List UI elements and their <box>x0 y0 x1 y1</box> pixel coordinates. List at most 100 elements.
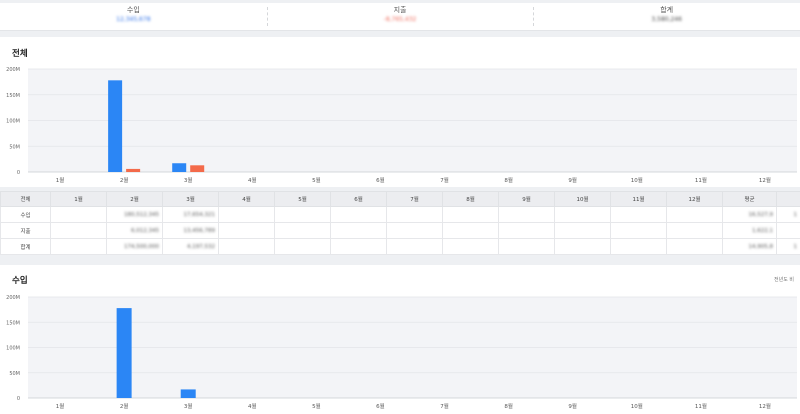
table-header: 전체 <box>0 191 51 207</box>
table-cell: 14,905,8 <box>722 238 777 255</box>
table-header <box>776 191 800 207</box>
table-cell <box>274 206 331 223</box>
x-tick-label: 10월 <box>631 176 643 184</box>
summary-expense-value: -8,765,432 <box>383 16 417 23</box>
income-panel-title: 수입 <box>12 276 28 286</box>
x-tick-label: 6월 <box>376 402 385 410</box>
monthly-table: 전체 1월 2월 3월 4월 5월 6월 7월 8월 9월 10월 11월 12… <box>0 191 800 255</box>
table-cell: 4,197,532 <box>162 238 219 255</box>
overall-bar-chart: 0 50M 100M 150M 200M 1월 2월 3월 4월 5월 6월 7월 8월 9월 10월 11월… <box>6 67 797 184</box>
summary-total-label: 합계 <box>660 6 674 14</box>
table-cell <box>330 222 387 239</box>
table-cell <box>666 222 723 239</box>
y-tick-label: 200M <box>6 295 20 301</box>
table-cell: 1 <box>776 206 800 223</box>
y-tick-label: 200M <box>6 67 20 73</box>
summary-total-value: 3,580,246 <box>651 16 682 23</box>
table-cell <box>330 238 387 255</box>
table-cell <box>386 238 443 255</box>
table-cell <box>554 222 611 239</box>
summary-income-value: 12,345,678 <box>116 16 151 23</box>
bar-income[interactable] <box>116 308 132 398</box>
bar-income[interactable] <box>108 80 123 172</box>
bar-expense[interactable] <box>126 168 141 172</box>
table-header: 11월 <box>610 191 667 207</box>
bar-income[interactable] <box>172 163 187 172</box>
bar-income[interactable] <box>180 389 196 398</box>
x-tick-label: 3월 <box>184 402 193 410</box>
table-row[interactable]: 수입 180,512,345 17,654,321 16,527,9 1 <box>0 206 800 223</box>
summary-income[interactable]: 수입 12,345,678 <box>0 3 267 30</box>
x-tick-label: 5월 <box>312 402 321 410</box>
table-cell <box>610 206 667 223</box>
y-tick-label: 100M <box>6 346 20 352</box>
table-header: 9월 <box>498 191 555 207</box>
table-cell: 180,512,345 <box>106 206 163 223</box>
table-cell: 16,527,9 <box>722 206 777 223</box>
table-header: 2월 <box>106 191 163 207</box>
x-tick-label: 1월 <box>56 402 65 410</box>
income-bar-chart: 0 50M 100M 150M 200M 1월 2월 3월 4월 5월 6월 7월 8월 9월 10월 11월… <box>6 295 797 410</box>
x-tick-label: 6월 <box>376 176 385 184</box>
table-row-label: 수입 <box>0 206 51 223</box>
x-tick-label: 7월 <box>440 402 449 410</box>
table-cell <box>666 238 723 255</box>
table-cell <box>554 238 611 255</box>
table-cell <box>610 222 667 239</box>
x-tick-label: 9월 <box>568 176 577 184</box>
table-cell <box>498 238 555 255</box>
summary-expense-label: 지출 <box>393 6 407 14</box>
overall-panel-title: 전체 <box>12 49 28 59</box>
table-cell <box>386 206 443 223</box>
table-header: 6월 <box>330 191 387 207</box>
table-cell <box>50 222 107 239</box>
summary-expense[interactable]: 지출 -8,765,432 <box>266 3 534 30</box>
table-row-label: 지출 <box>0 222 51 239</box>
table-cell: 13,456,789 <box>162 222 219 239</box>
table-cell <box>666 206 723 223</box>
table-cell: 174,500,000 <box>106 238 163 255</box>
table-cell: 17,654,321 <box>162 206 219 223</box>
x-tick-label: 2월 <box>120 176 129 184</box>
table-cell <box>218 222 275 239</box>
table-cell <box>442 238 499 255</box>
x-tick-label: 4월 <box>248 176 257 184</box>
table-cell <box>274 238 331 255</box>
table-header: 평균 <box>722 191 777 207</box>
table-header: 4월 <box>218 191 275 207</box>
table-cell <box>442 222 499 239</box>
table-header: 8월 <box>442 191 499 207</box>
x-tick-label: 12월 <box>759 402 771 410</box>
table-cell: 1 <box>776 238 800 255</box>
income-panel-note[interactable]: 전년도 비 <box>774 276 794 283</box>
summary-total[interactable]: 합계 3,580,246 <box>533 3 800 30</box>
summary-income-label: 수입 <box>126 6 140 14</box>
y-tick-label: 50M <box>9 371 20 377</box>
table-cell <box>330 206 387 223</box>
x-tick-label: 11월 <box>695 176 707 184</box>
table-cell <box>776 222 800 239</box>
table-header: 3월 <box>162 191 219 207</box>
x-tick-label: 3월 <box>184 176 193 184</box>
table-cell: 6,012,345 <box>106 222 163 239</box>
y-tick-label: 150M <box>6 320 20 326</box>
x-tick-label: 10월 <box>631 402 643 410</box>
x-tick-label: 2월 <box>120 402 129 410</box>
x-tick-label: 9월 <box>568 402 577 410</box>
y-tick-label: 150M <box>6 93 20 99</box>
x-tick-label: 1월 <box>56 176 65 184</box>
table-header: 7월 <box>386 191 443 207</box>
table-row-label: 합계 <box>0 238 51 255</box>
y-tick-label: 100M <box>6 119 20 125</box>
summary-bar: 수입 12,345,678 지출 -8,765,432 합계 3,580,246 <box>0 3 800 31</box>
table-cell <box>218 206 275 223</box>
x-tick-label: 8월 <box>504 402 513 410</box>
y-tick-label: 0 <box>17 170 20 176</box>
x-tick-label: 5월 <box>312 176 321 184</box>
table-cell <box>50 238 107 255</box>
table-cell <box>498 206 555 223</box>
table-cell <box>554 206 611 223</box>
bar-expense[interactable] <box>190 165 205 172</box>
table-row[interactable]: 합계 174,500,000 4,197,532 14,905,8 1 <box>0 238 800 255</box>
table-row[interactable]: 지출 6,012,345 13,456,789 1,622,1 <box>0 222 800 239</box>
